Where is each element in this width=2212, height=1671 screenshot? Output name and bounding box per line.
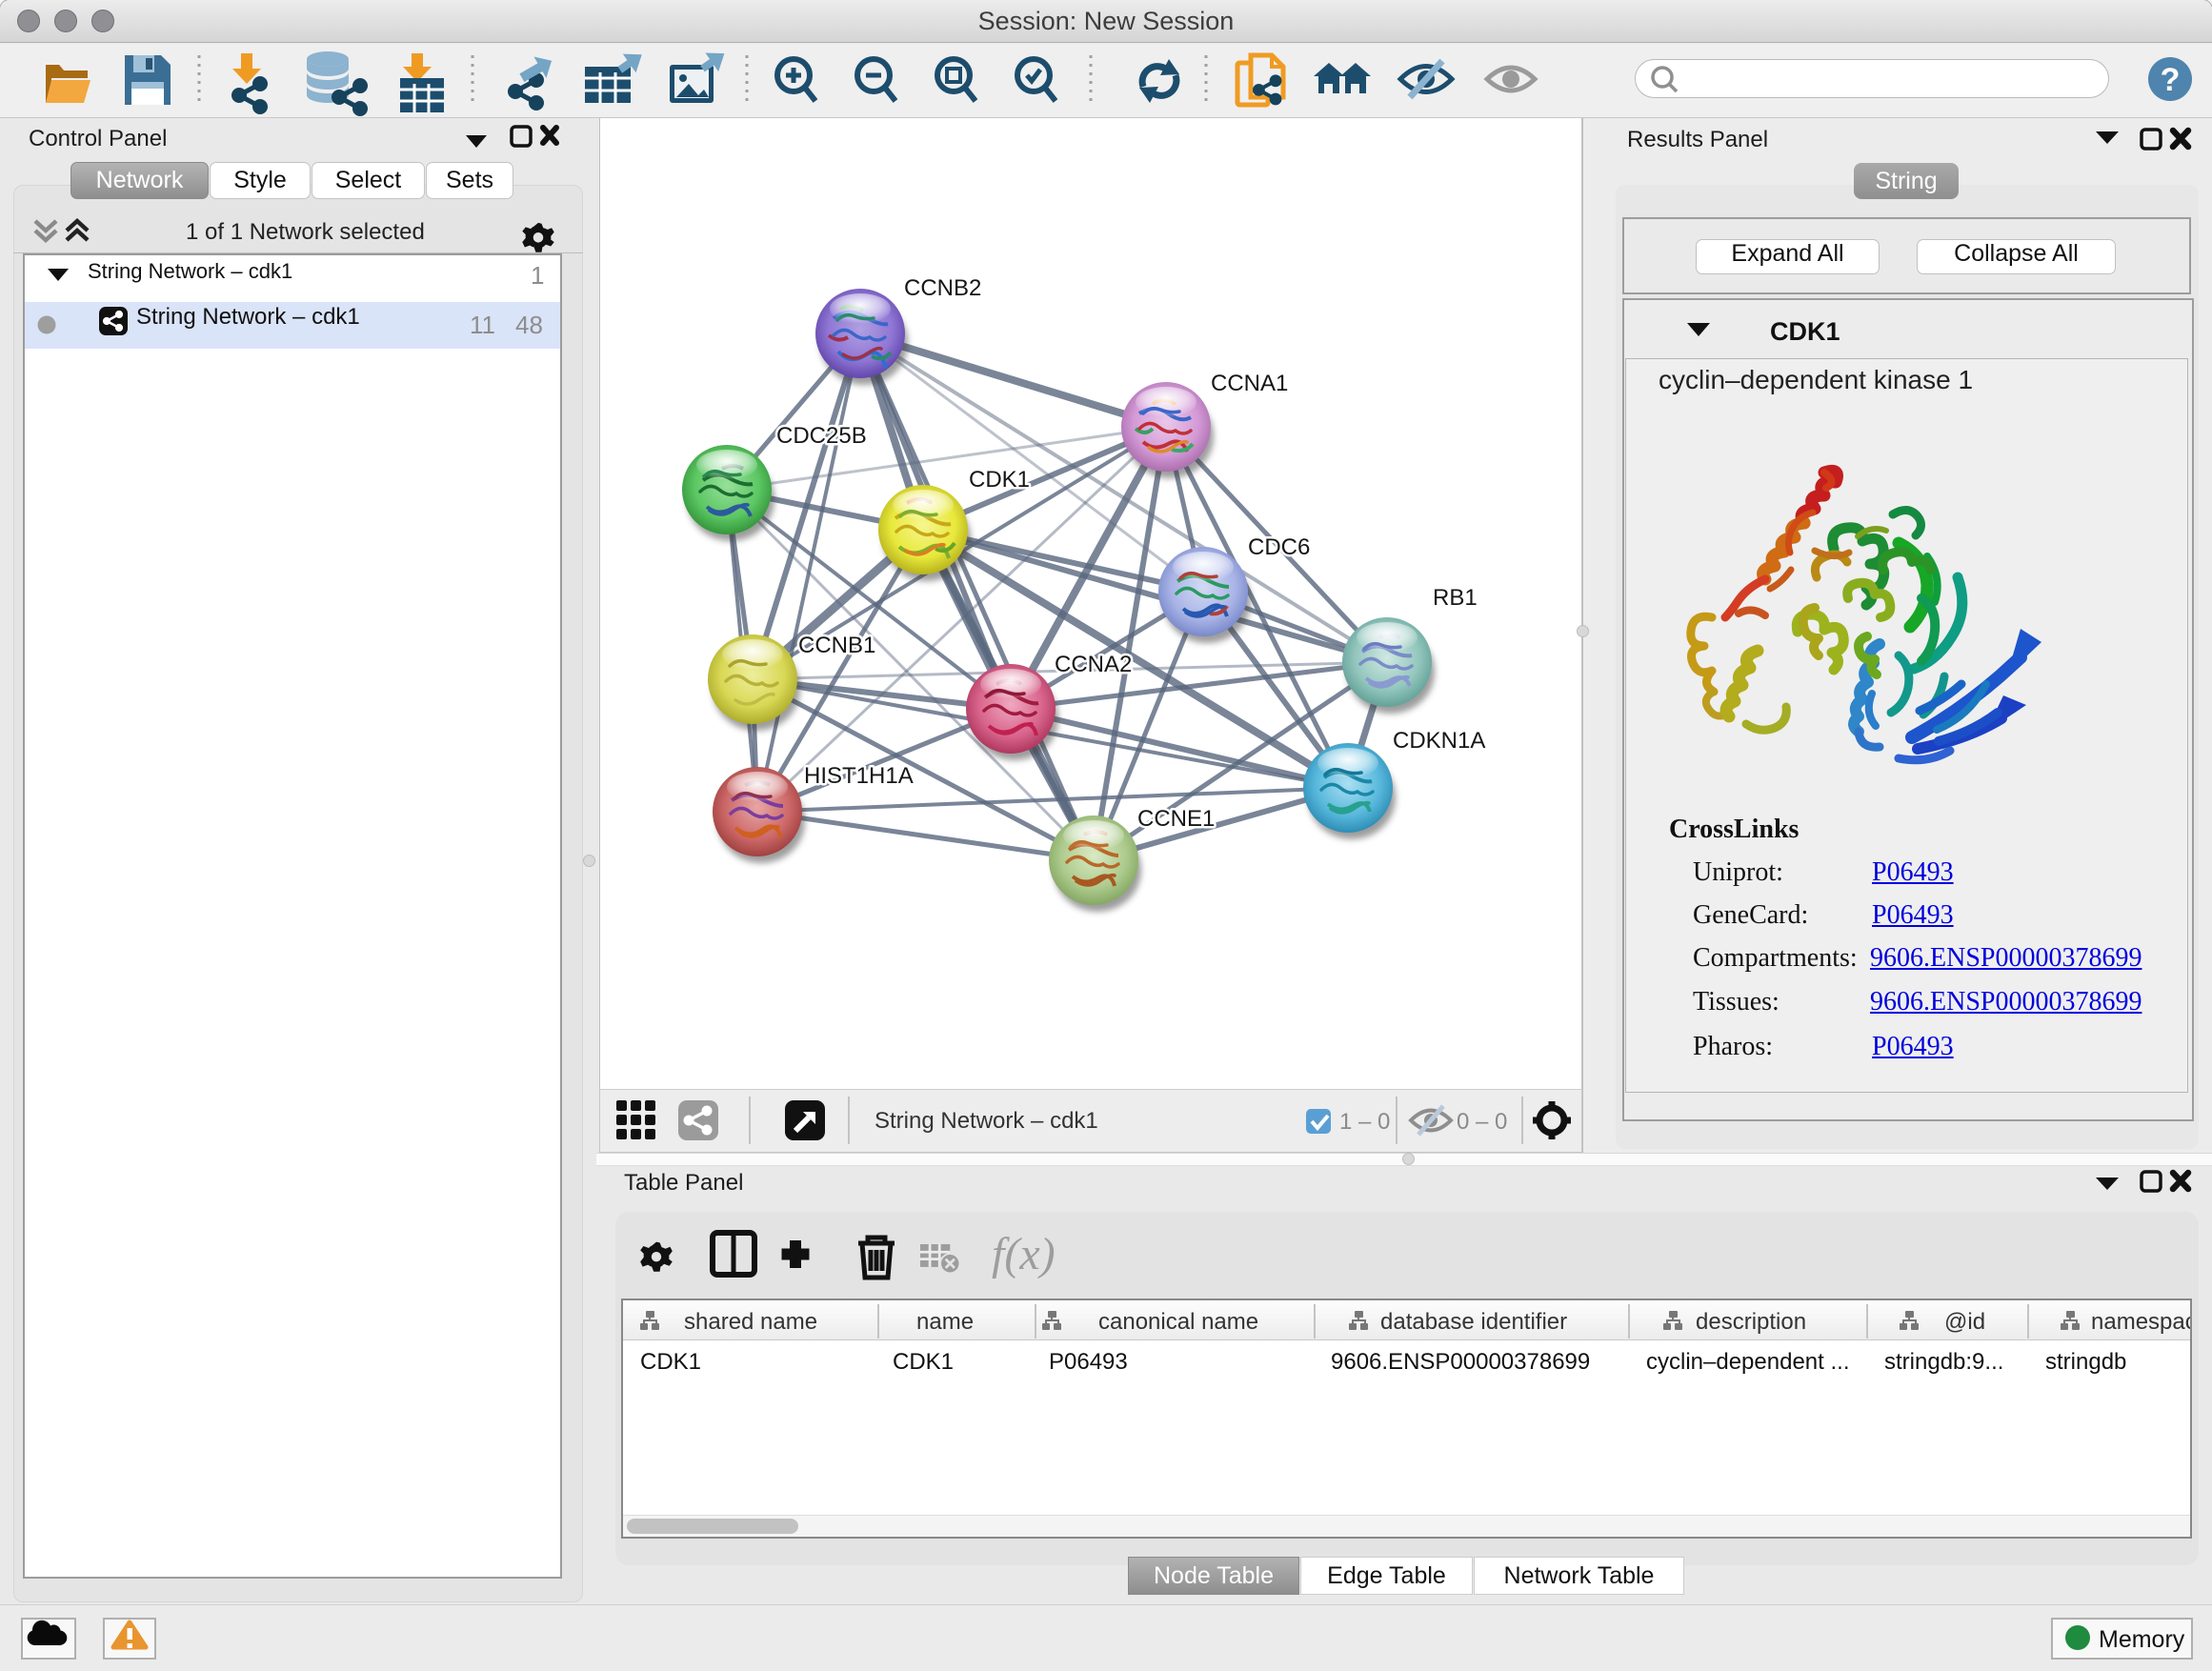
svg-text:f(x): f(x) — [992, 1229, 1056, 1279]
svg-text:CCNB1: CCNB1 — [798, 633, 875, 658]
svg-text:name: name — [916, 1309, 974, 1335]
svg-text:CCNA1: CCNA1 — [1211, 371, 1288, 396]
svg-text:description: description — [1696, 1309, 1806, 1335]
svg-text:CCNB2: CCNB2 — [904, 275, 981, 301]
svg-text:namespac: namespac — [2091, 1309, 2190, 1335]
svg-text:@id: @id — [1944, 1309, 1985, 1335]
svg-text:canonical name: canonical name — [1098, 1309, 1258, 1335]
svg-text:database identifier: database identifier — [1380, 1309, 1567, 1335]
svg-text:CDC25B: CDC25B — [776, 423, 867, 449]
svg-text:CDC6: CDC6 — [1248, 534, 1310, 560]
svg-text:CCNE1: CCNE1 — [1137, 806, 1215, 832]
svg-text:shared name: shared name — [684, 1309, 817, 1335]
svg-text:HIST1H1A: HIST1H1A — [804, 763, 914, 789]
svg-text:?: ? — [2161, 62, 2181, 98]
svg-text:CCNA2: CCNA2 — [1055, 652, 1132, 677]
svg-text:CDKN1A: CDKN1A — [1393, 728, 1485, 754]
svg-text:RB1: RB1 — [1433, 585, 1478, 611]
svg-text:CDK1: CDK1 — [969, 467, 1030, 493]
